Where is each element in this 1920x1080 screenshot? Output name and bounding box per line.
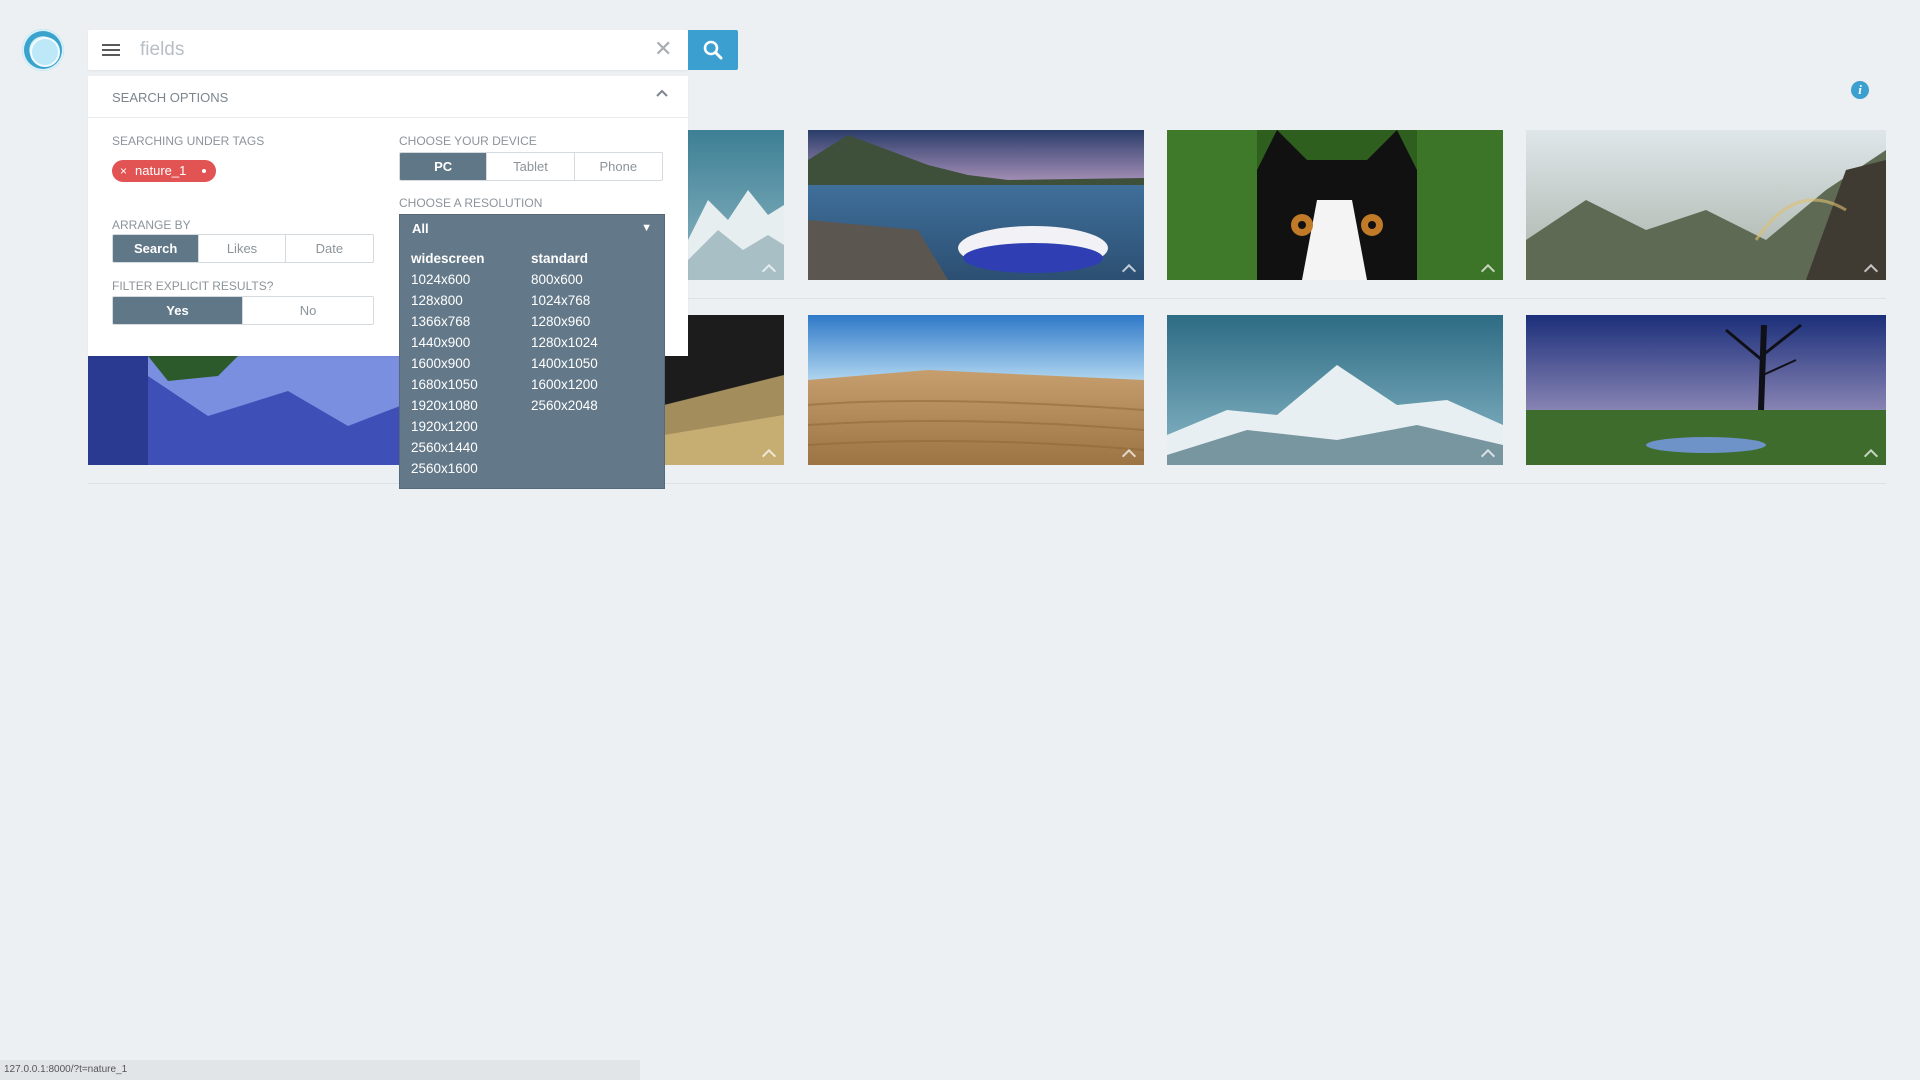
caret-down-icon: ▼ [641, 222, 652, 234]
tag-chip[interactable]: × nature_1 [112, 160, 216, 182]
resolution-option[interactable]: 1024x768 [531, 293, 598, 314]
standard-heading: standard [531, 251, 589, 266]
filter-no-option[interactable]: No [243, 297, 373, 324]
image-snowy-peaks [1167, 315, 1503, 465]
image-misty-mountains-rainbow [1526, 130, 1886, 280]
arrange-segmented-control: Search Likes Date [112, 234, 374, 263]
chevron-up-icon[interactable] [655, 87, 669, 101]
widescreen-heading: widescreen [411, 251, 485, 266]
image-thumb[interactable] [1526, 315, 1886, 465]
resolution-option[interactable]: 128x800 [411, 293, 485, 314]
arrange-likes-option[interactable]: Likes [199, 235, 286, 262]
image-thumb[interactable] [688, 130, 784, 280]
info-icon[interactable]: i [1851, 81, 1869, 99]
image-dead-tree-swamp [1526, 315, 1886, 465]
device-tablet-option[interactable]: Tablet [487, 153, 575, 180]
device-segmented-control: PC Tablet Phone [399, 152, 663, 181]
resolution-option[interactable]: 1440x900 [411, 335, 485, 356]
image-thumb[interactable] [1526, 130, 1886, 280]
resolution-option[interactable]: 1280x1024 [531, 335, 598, 356]
image-blue-fantasy-valley [88, 356, 400, 465]
resolution-option[interactable]: 1024x600 [411, 272, 485, 293]
resolution-option[interactable]: 1680x1050 [411, 377, 485, 398]
filter-label: FILTER EXPLICIT RESULTS? [112, 279, 274, 293]
image-sand-dunes [808, 315, 1144, 465]
resolution-selected: All [412, 221, 429, 236]
device-label: CHOOSE YOUR DEVICE [399, 134, 537, 148]
resolution-option[interactable]: 1600x900 [411, 356, 485, 377]
image-thumb[interactable] [1167, 130, 1503, 280]
image-thumb[interactable] [1167, 315, 1503, 465]
resolution-option[interactable]: 2560x2048 [531, 398, 598, 419]
tag-label: nature_1 [135, 163, 187, 178]
image-thumb[interactable] [808, 315, 1144, 465]
arrange-date-option[interactable]: Date [285, 235, 373, 262]
search-options-title: SEARCH OPTIONS [112, 90, 229, 105]
search-icon [703, 40, 723, 60]
search-button[interactable] [688, 30, 738, 70]
resolution-option[interactable]: 1600x1200 [531, 377, 598, 398]
arrange-label: ARRANGE BY [112, 218, 191, 232]
search-input[interactable] [138, 36, 618, 64]
resolution-option[interactable]: 1280x960 [531, 314, 598, 335]
image-boat-lake [808, 130, 1144, 280]
resolution-option[interactable]: 1366x768 [411, 314, 485, 335]
resolution-option[interactable]: 800x600 [531, 272, 598, 293]
hamburger-menu-icon[interactable] [102, 42, 120, 58]
search-options-header[interactable]: SEARCH OPTIONS [88, 76, 688, 118]
resolution-option[interactable]: 2560x1440 [411, 440, 485, 461]
filter-yes-option[interactable]: Yes [113, 297, 243, 324]
device-phone-option[interactable]: Phone [574, 153, 662, 180]
widescreen-column: widescreen 1024x600 128x800 1366x768 144… [411, 251, 485, 482]
tags-label: SEARCHING UNDER TAGS [112, 134, 265, 148]
image-thumb[interactable] [808, 130, 1144, 280]
clear-icon[interactable]: ✕ [654, 38, 672, 60]
resolution-option[interactable]: 1920x1200 [411, 419, 485, 440]
filter-segmented-control: Yes No [112, 296, 374, 325]
image-cat [1167, 130, 1503, 280]
search-bar: ✕ [88, 30, 688, 70]
device-pc-option[interactable]: PC [400, 153, 488, 180]
arrange-search-option[interactable]: Search [113, 235, 200, 262]
resolution-label: CHOOSE A RESOLUTION [399, 196, 543, 210]
image-mountains-snow-1 [688, 130, 784, 280]
resolution-option[interactable]: 1400x1050 [531, 356, 598, 377]
resolution-option[interactable]: 2560x1600 [411, 461, 485, 482]
image-thumb[interactable] [88, 356, 400, 465]
resolution-option[interactable]: 1920x1080 [411, 398, 485, 419]
status-bar-url: 127.0.0.1:8000/?t=nature_1 [0, 1060, 640, 1080]
row-divider [88, 483, 1886, 484]
app-logo[interactable] [22, 29, 64, 71]
standard-column: standard 800x600 1024x768 1280x960 1280x… [531, 251, 598, 419]
tag-dot-icon [202, 169, 206, 173]
resolution-dropdown[interactable]: All ▼ widescreen 1024x600 128x800 1366x7… [399, 214, 665, 489]
tag-remove-icon[interactable]: × [120, 160, 127, 182]
